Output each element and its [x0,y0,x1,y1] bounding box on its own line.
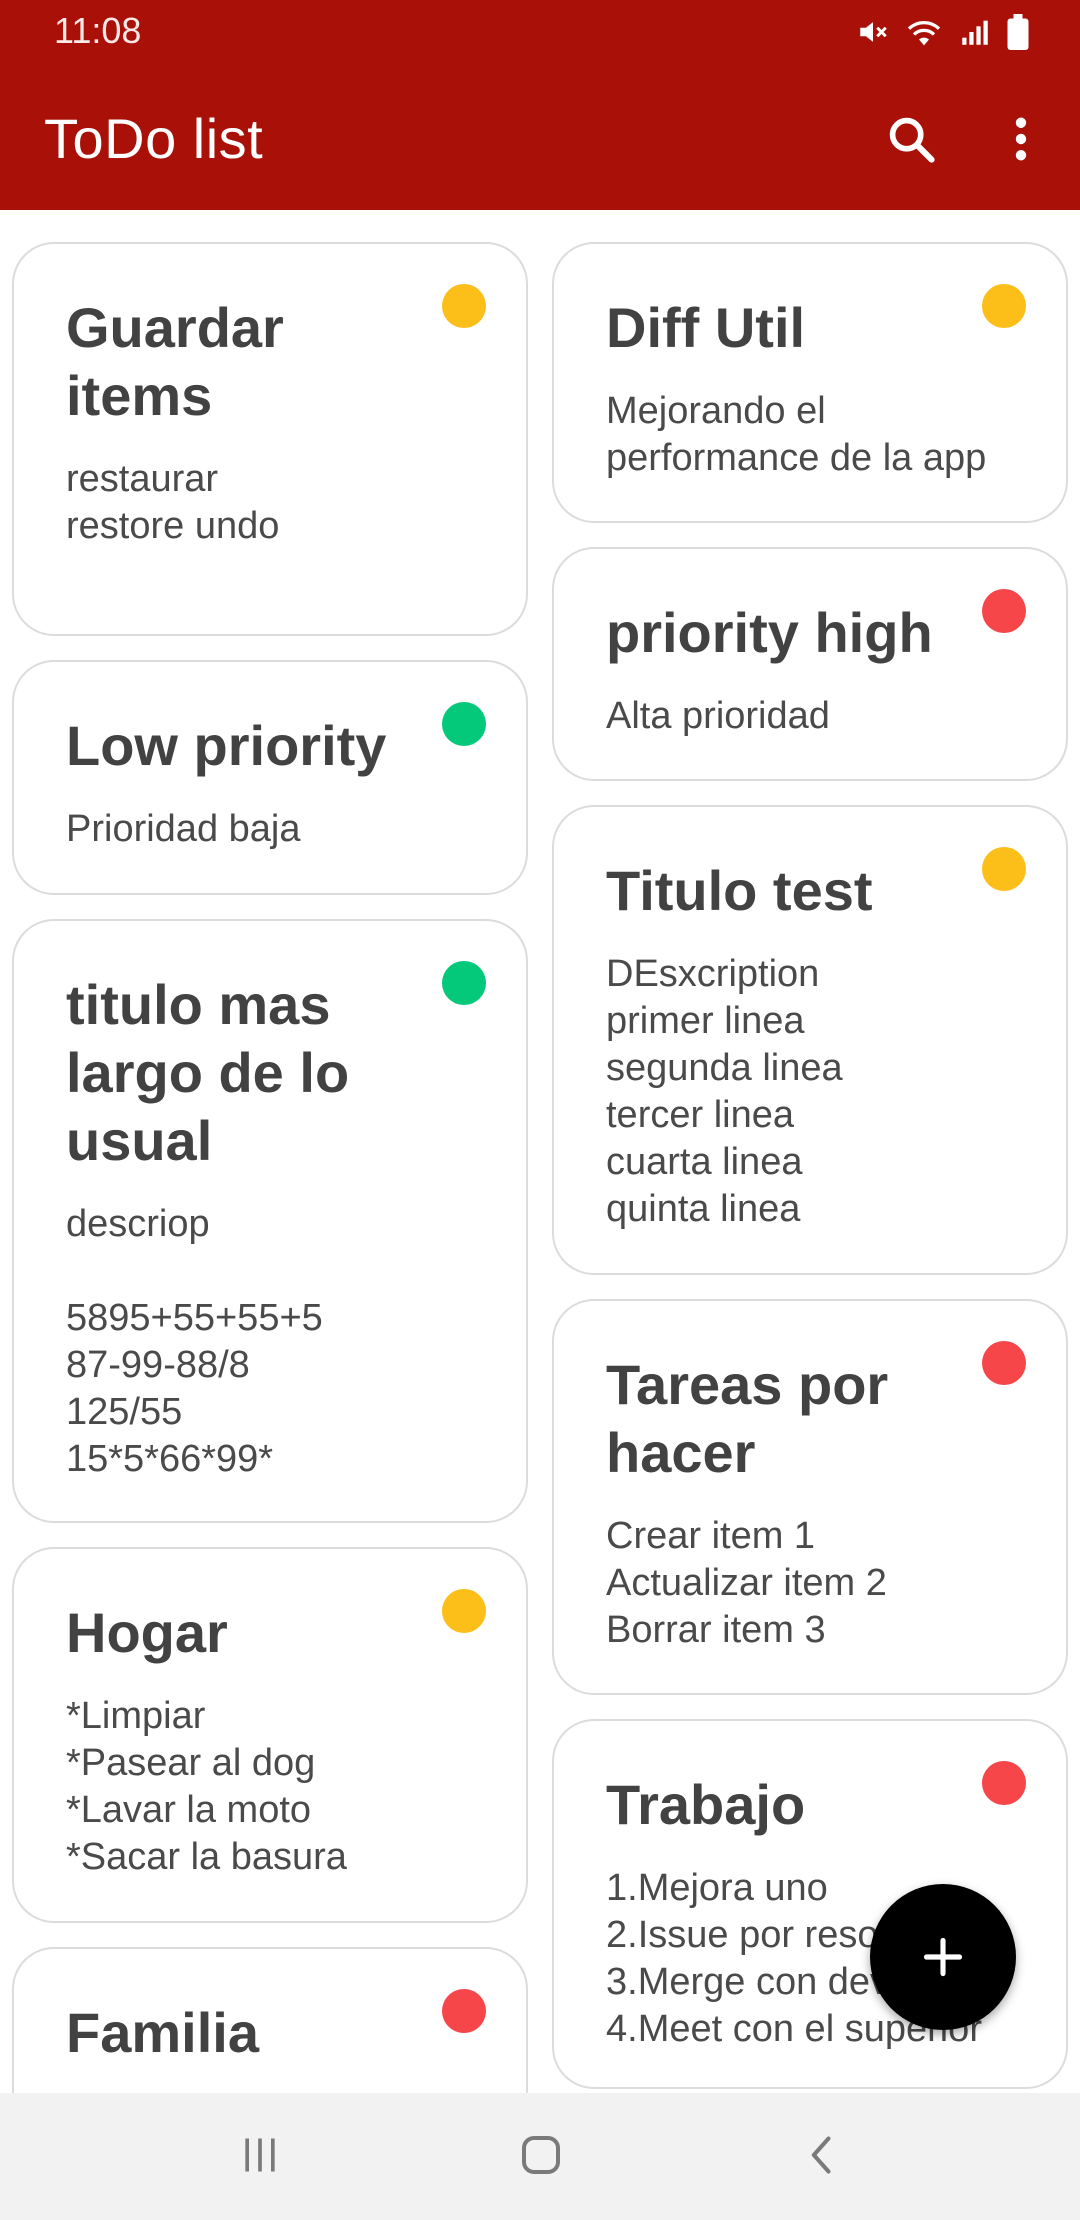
note-title: Guardar items [66,296,284,427]
note-card[interactable]: titulo mas largo de lo usual descriop 58… [12,919,528,1523]
wifi-icon [907,21,941,46]
priority-dot [982,284,1026,328]
notes-column-right: Diff Util Mejorando el performance de la… [552,242,1068,2093]
priority-dot [982,1761,1026,1805]
note-title: Tareas por hacer [606,1353,889,1484]
back-button[interactable] [778,2115,868,2195]
more-options-button[interactable] [986,104,1056,174]
note-card[interactable]: Guardar items restaurar restore undo [12,242,528,636]
priority-dot [442,1589,486,1633]
search-icon [889,117,935,163]
note-card[interactable]: Familia [12,1947,528,2093]
search-button[interactable] [876,104,946,174]
note-description: DEsxcription primer linea segunda linea … [606,953,843,1230]
back-icon [811,2136,831,2174]
note-card[interactable]: Tareas por hacer Crear item 1 Actualizar… [552,1299,1068,1695]
note-card[interactable]: Hogar *Limpiar *Pasear al dog *Lavar la … [12,1547,528,1923]
note-title: priority high [606,601,933,664]
system-nav-bar [0,2093,1080,2220]
note-description: descriop 5895+55+55+5 87-99-88/8 125/55 … [66,1203,323,1480]
note-title: Titulo test [606,859,873,922]
note-title: titulo mas largo de lo usual [66,973,350,1172]
notes-column-left: Guardar items restaurar restore undo Low… [12,242,528,2093]
note-description: Mejorando el performance de la app [606,390,987,479]
note-title: Trabajo [606,1773,806,1836]
priority-dot [982,1341,1026,1385]
priority-dot [442,284,486,328]
note-description: Crear item 1 Actualizar item 2 Borrar it… [606,1515,887,1651]
status-bar: 11:08 [0,0,1080,68]
priority-dot [442,1989,486,2033]
note-card[interactable]: Titulo test DEsxcription primer linea se… [552,805,1068,1275]
mute-icon [860,22,887,42]
note-description: Alta prioridad [606,695,830,737]
signal-icon [962,20,988,45]
note-title: Hogar [66,1601,228,1664]
note-title: Familia [66,2001,259,2064]
recents-icon [245,2138,275,2172]
note-card[interactable]: Diff Util Mejorando el performance de la… [552,242,1068,523]
priority-dot [982,589,1026,633]
battery-icon [1007,14,1029,50]
priority-dot [982,847,1026,891]
note-card[interactable]: priority high Alta prioridad [552,547,1068,781]
recents-button[interactable] [215,2115,305,2195]
home-icon [522,2136,560,2174]
note-title: Low priority [66,714,387,777]
status-icons [856,14,1030,50]
note-card[interactable]: Low priority Prioridad baja [12,660,528,895]
priority-dot [442,961,486,1005]
app-bar: ToDo list [0,68,1080,210]
note-title: Diff Util [606,296,806,359]
add-icon [923,1937,963,1977]
priority-dot [442,702,486,746]
note-description: *Limpiar *Pasear al dog *Lavar la moto *… [66,1695,347,1878]
more-vert-icon [1015,117,1027,161]
app-title: ToDo list [44,107,264,170]
add-note-button[interactable] [870,1884,1016,2030]
note-description: Prioridad baja [66,808,301,850]
note-description: restaurar restore undo [66,458,280,547]
status-time: 11:08 [54,10,142,51]
home-button[interactable] [496,2115,586,2195]
notes-grid: Guardar items restaurar restore undo Low… [0,210,1080,2093]
